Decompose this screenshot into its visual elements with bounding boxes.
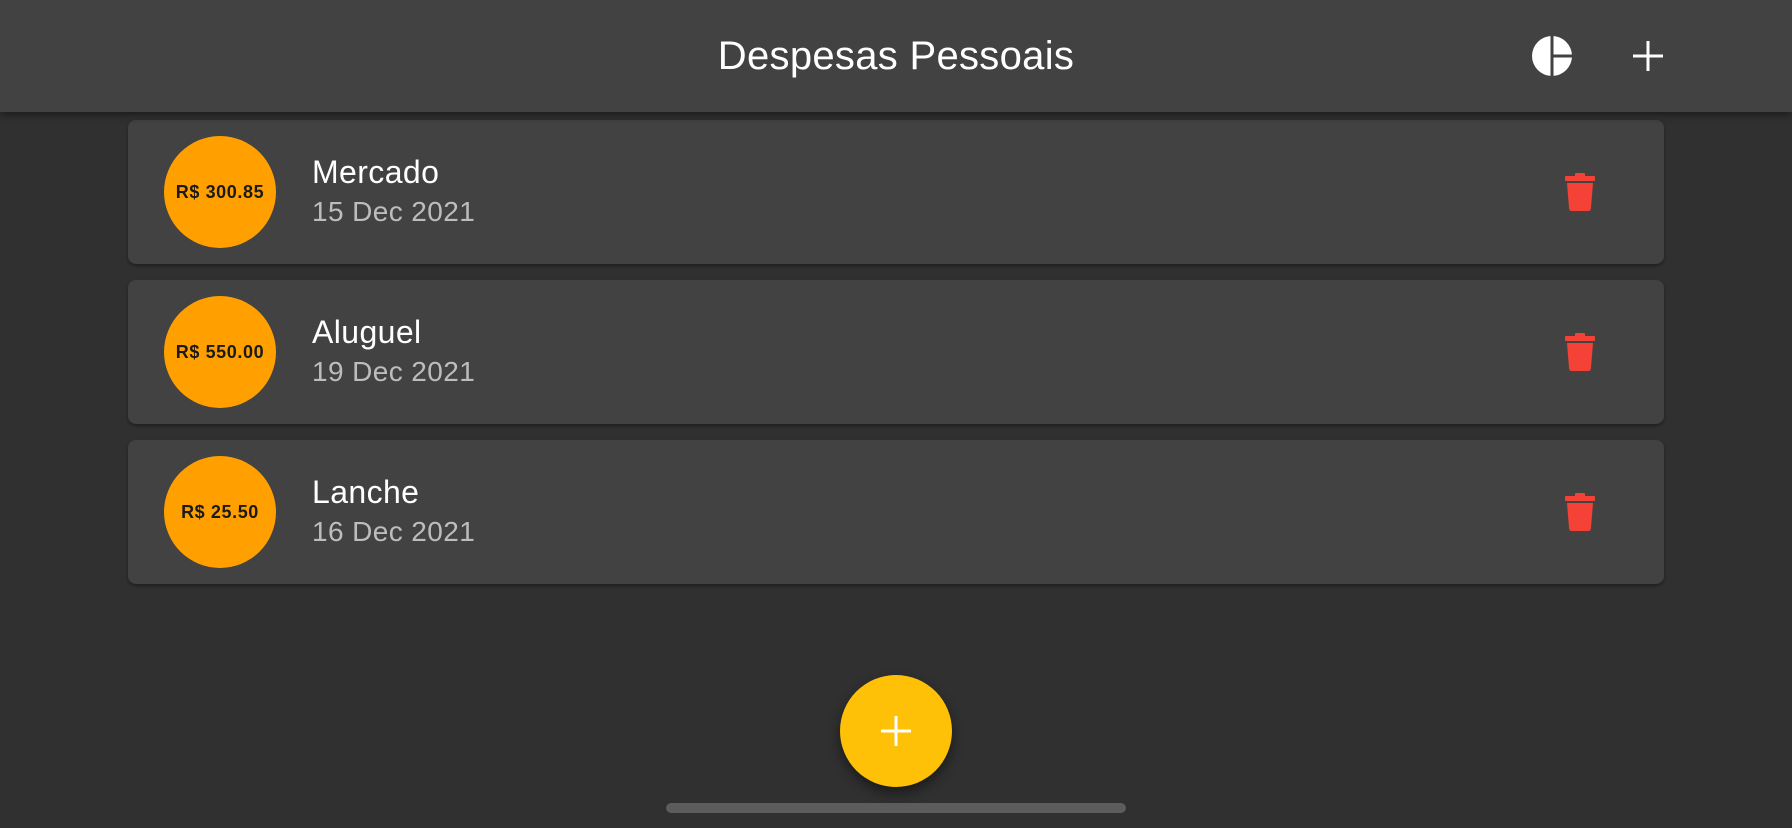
delete-button[interactable] [1548, 480, 1612, 544]
transaction-title: Aluguel [312, 314, 422, 350]
add-transaction-button[interactable] [1616, 24, 1680, 88]
floating-add-button[interactable] [840, 675, 952, 787]
transaction-value: R$ 550.00 [175, 341, 265, 362]
amount-avatar: R$ 300.85 [164, 136, 276, 248]
amount-avatar: R$ 25.50 [164, 456, 276, 568]
transaction-date: 19 Dec 2021 [312, 356, 476, 387]
transaction-title: Mercado [312, 154, 440, 190]
transaction-list: R$ 300.85 Mercado 15 Dec 2021 R$ 550.00 … [128, 120, 1664, 600]
amount-avatar: R$ 550.00 [164, 296, 276, 408]
plus-icon [881, 716, 911, 746]
transaction-card: R$ 550.00 Aluguel 19 Dec 2021 [128, 280, 1664, 424]
transaction-card: R$ 300.85 Mercado 15 Dec 2021 [128, 120, 1664, 264]
home-indicator[interactable] [666, 803, 1126, 813]
transaction-title: Lanche [312, 474, 420, 510]
trash-icon [1565, 173, 1595, 211]
toggle-chart-button[interactable] [1520, 24, 1584, 88]
plus-icon [1633, 41, 1663, 71]
transaction-value: R$ 25.50 [181, 501, 259, 522]
delete-button[interactable] [1548, 320, 1612, 384]
transaction-value: R$ 300.85 [175, 181, 265, 202]
transaction-date: 16 Dec 2021 [312, 516, 476, 547]
trash-icon [1565, 333, 1595, 371]
transaction-card: R$ 25.50 Lanche 16 Dec 2021 [128, 440, 1664, 584]
app-screen: Despesas Pessoais R$ 300.85 Mercado 15 D… [0, 0, 1792, 828]
transaction-date: 15 Dec 2021 [312, 196, 476, 227]
app-bar: Despesas Pessoais [0, 0, 1792, 112]
trash-icon [1565, 493, 1595, 531]
delete-button[interactable] [1548, 160, 1612, 224]
pie-chart-icon [1532, 36, 1572, 76]
